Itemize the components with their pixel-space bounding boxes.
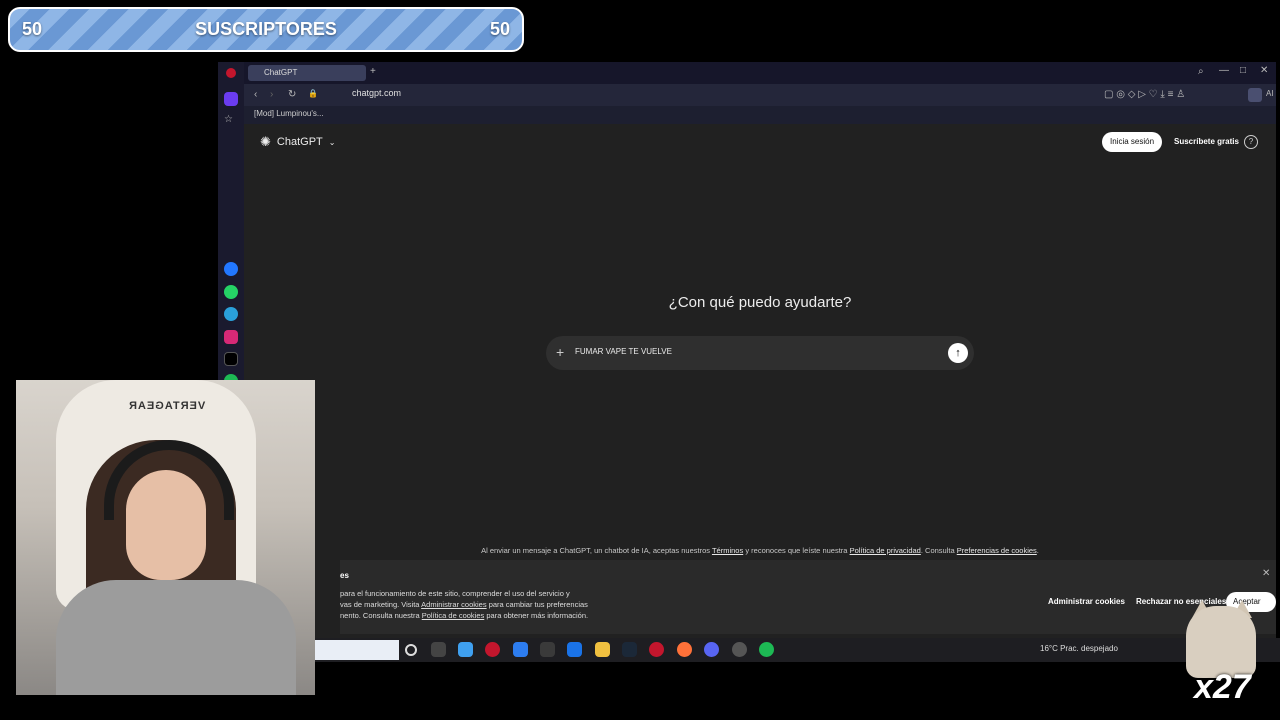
taskbar: 16°C Prac. despejado	[315, 638, 1280, 662]
bookmarks-bar: [Mod] Lumpinou's...	[244, 106, 1276, 124]
firefox-icon[interactable]	[677, 642, 692, 657]
cookie-line-2-post: para cambiar tus preferencias	[488, 600, 588, 609]
instagram-icon[interactable]	[224, 330, 238, 344]
cookie-line-2: vas de marketing. Visita Administrar coo…	[340, 599, 610, 610]
search-taskbar-icon[interactable]	[405, 644, 417, 656]
cookie-line-1: para el funcionamiento de este sitio, co…	[340, 589, 570, 598]
cookie-line-3-pre: nento. Consulta nuestra	[340, 611, 420, 620]
signup-button[interactable]: Suscríbete gratis	[1166, 132, 1247, 152]
model-selector[interactable]: ✺ ChatGPT ⌄	[260, 134, 335, 150]
sub-count-left: 50	[22, 19, 43, 39]
copilot-icon[interactable]	[458, 642, 473, 657]
bookmark-item[interactable]: [Mod] Lumpinou's...	[254, 109, 324, 118]
opera-gx-icon[interactable]	[649, 642, 664, 657]
brand-label: ChatGPT	[276, 136, 323, 148]
tab-title: ChatGPT	[264, 68, 298, 77]
streamer-sweater	[56, 580, 296, 695]
spotify-taskbar-icon[interactable]	[759, 642, 774, 657]
help-icon[interactable]: ?	[1244, 135, 1258, 149]
extension-icon[interactable]	[1248, 88, 1262, 102]
browser-window: ☆ ChatGPT + ⌕ — □ ✕ ‹ › ↻ 🔒 chatgpt.com …	[218, 62, 1276, 662]
opera-logo-icon[interactable]	[226, 68, 236, 78]
messenger-icon[interactable]	[224, 262, 238, 276]
subscriber-banner: 50 SUSCRIPTORES 50	[8, 7, 524, 52]
new-tab-icon[interactable]: +	[370, 66, 376, 77]
disclaimer-end: .	[1036, 546, 1039, 555]
lock-icon: 🔒	[308, 89, 318, 98]
url-field[interactable]: chatgpt.com	[352, 88, 401, 98]
ai-button[interactable]: AI	[1266, 89, 1274, 98]
manage-cookies-button[interactable]: Administrar cookies	[1042, 592, 1131, 612]
maximize-icon[interactable]: □	[1240, 65, 1246, 76]
chatgpt-page: ✺ ChatGPT ⌄ Inicia sesión Suscríbete gra…	[244, 124, 1276, 662]
store-icon[interactable]	[513, 642, 528, 657]
whatsapp-icon[interactable]	[224, 285, 238, 299]
opera-taskbar-icon[interactable]	[485, 642, 500, 657]
privacy-link[interactable]: Política de privacidad	[850, 546, 921, 555]
ai-label: AI	[1266, 89, 1274, 98]
sub-count-right: 50	[489, 19, 510, 39]
disclaimer-mid2: . Consulta	[920, 546, 955, 555]
task-view-icon[interactable]	[431, 642, 446, 657]
login-button[interactable]: Inicia sesión	[1102, 132, 1163, 152]
star-icon[interactable]: ☆	[224, 114, 238, 128]
send-button[interactable]: ↑	[948, 343, 968, 363]
terms-link[interactable]: Términos	[712, 546, 743, 555]
search-icon[interactable]: ⌕	[1198, 66, 1204, 77]
file-explorer-icon[interactable]	[595, 642, 610, 657]
plus-icon[interactable]: +	[556, 344, 564, 360]
openai-logo-icon: ✺	[260, 134, 271, 149]
close-window-icon[interactable]: ✕	[1260, 65, 1268, 76]
forward-icon[interactable]: ›	[270, 89, 273, 100]
telegram-icon[interactable]	[224, 307, 238, 321]
multiplier-text: x27	[1194, 668, 1251, 706]
webcam-overlay: VERTAGEAR	[16, 380, 315, 695]
discord-icon[interactable]	[704, 642, 719, 657]
tab-chatgpt[interactable]: ChatGPT	[248, 65, 366, 81]
close-icon[interactable]: ✕	[1262, 568, 1270, 579]
steam-icon[interactable]	[622, 642, 637, 657]
page-title: ¿Con qué puedo ayudarte?	[668, 294, 852, 311]
prompt-input[interactable]: FUMAR VAPE TE VUELVE	[575, 347, 672, 356]
disclaimer-pre: Al enviar un mensaje a ChatGPT, un chatb…	[481, 546, 710, 555]
obs-icon[interactable]	[732, 642, 747, 657]
toolbar-icons[interactable]: ▢ ◎ ◇ ▷ ♡ ⤓ ≡ ♙	[1104, 89, 1185, 100]
sub-label: SUSCRIPTORES	[195, 19, 337, 39]
cookie-line-2-pre: vas de marketing. Visita	[340, 600, 420, 609]
widgets-icon[interactable]	[315, 640, 399, 660]
cookie-line-3-post: para obtener más información.	[486, 611, 589, 620]
address-bar: ‹ › ↻ 🔒 chatgpt.com ▢ ◎ ◇ ▷ ♡ ⤓ ≡ ♙ AI	[244, 84, 1276, 106]
cookie-prefs-link[interactable]: Preferencias de cookies	[957, 546, 1037, 555]
chair-logo: VERTAGEAR	[128, 400, 206, 412]
xbox-icon[interactable]	[540, 642, 555, 657]
x-twitter-icon[interactable]	[224, 352, 238, 366]
cookie-title: es	[340, 571, 349, 580]
cookie-banner: es para el funcionamiento de este sitio,…	[340, 560, 1276, 634]
back-icon[interactable]: ‹	[254, 89, 257, 100]
tab-bar: ChatGPT + ⌕ — □ ✕	[244, 62, 1276, 84]
prompt-composer[interactable]: + FUMAR VAPE TE VUELVE ↑	[546, 336, 974, 370]
cookie-policy-link[interactable]: Política de cookies	[422, 611, 485, 620]
mail-icon[interactable]	[567, 642, 582, 657]
cookie-text: para el funcionamiento de este sitio, co…	[340, 588, 610, 621]
weather-widget[interactable]: 16°C Prac. despejado	[1040, 644, 1118, 653]
disclaimer-text: Al enviar un mensaje a ChatGPT, un chatb…	[244, 546, 1276, 555]
reload-icon[interactable]: ↻	[288, 89, 296, 100]
chevron-down-icon: ⌄	[328, 137, 336, 147]
home-icon[interactable]	[224, 92, 238, 106]
cookie-line-3: nento. Consulta nuestra Política de cook…	[340, 610, 610, 621]
manage-cookies-link[interactable]: Administrar cookies	[421, 600, 486, 609]
minimize-icon[interactable]: —	[1219, 65, 1229, 76]
disclaimer-mid: y reconoces que leíste nuestra	[745, 546, 848, 555]
